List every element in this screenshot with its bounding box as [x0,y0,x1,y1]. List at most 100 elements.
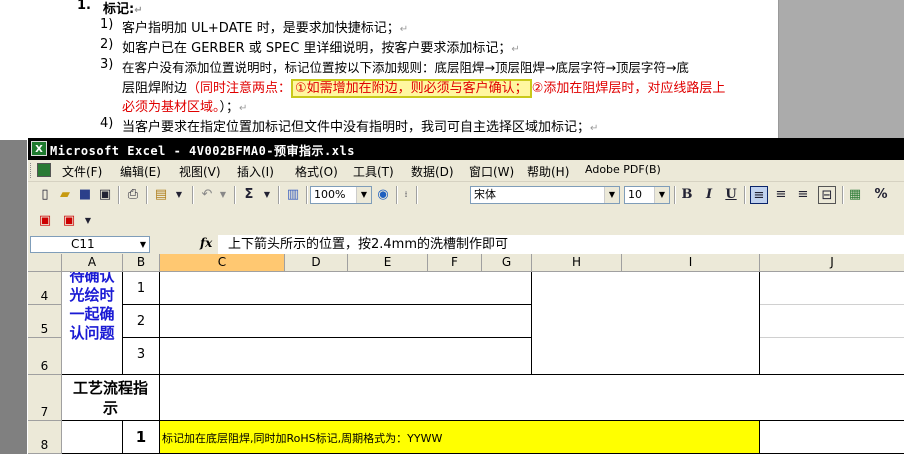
toolbar-options-icon[interactable]: ⁞ [400,186,412,204]
col-header-b[interactable]: B [123,254,160,272]
select-all-corner[interactable] [28,254,62,272]
italic-button[interactable]: I [700,186,718,204]
menu-tools[interactable]: 工具(T) [353,163,394,180]
item-3-black: 层阻焊附边 [122,81,188,96]
col-header-e[interactable]: E [348,254,428,272]
zoom-combo[interactable]: 100% ▼ [310,186,372,204]
chevron-down-icon[interactable]: ▼ [356,187,371,203]
menu-bar: 文件(F) 编辑(E) 视图(V) 插入(I) 格式(O) 工具(T) 数据(D… [28,160,904,182]
font-size-combo[interactable]: 10 ▼ [624,186,670,204]
col-header-g[interactable]: G [482,254,532,272]
name-box[interactable]: C11 ▼ [30,236,150,253]
undo-dropdown-icon[interactable]: ▼ [214,186,232,204]
align-right-icon[interactable]: ≡ [794,186,812,204]
row-header-8[interactable]: 8 [28,421,62,454]
excel-app-icon[interactable]: X [31,141,47,156]
save-icon[interactable]: ■ [76,186,94,204]
cell-j5[interactable] [760,305,904,338]
menu-window[interactable]: 窗口(W) [469,163,514,180]
formula-input[interactable]: 上下箭头所示的位置，按2.4mm的洗槽制作即可 [218,235,904,254]
print-icon[interactable]: ⎙ [124,186,142,204]
cell-a4-merged[interactable]: 待确认光绘时一起确认问题 [62,272,123,375]
cell-b4[interactable]: 1 [123,272,160,305]
cell-h4-merged[interactable] [532,272,760,375]
row-header-4[interactable]: 4 [28,272,62,305]
worksheet-grid[interactable]: A B C D E F G H I J 4 5 6 7 8 待确认光绘时一起确认… [28,254,904,454]
cell-c8-merged[interactable]: 标记加在底层阻焊,同时加RoHS标记,周期格式为：YYWW [160,421,760,454]
item-4-label: 当客户要求在指定位置加标记但文件中没有指明时，我司可自主选择区域加标记； [122,120,591,135]
chart-wizard-icon[interactable]: ▥ [284,186,302,204]
cell-a7-merged[interactable]: 工艺流程指示 [62,375,160,421]
new-icon[interactable]: ▯ [36,186,54,204]
cell-b5[interactable]: 2 [123,305,160,338]
toolbar-separator [842,186,844,204]
row-header-7[interactable]: 7 [28,375,62,421]
col-header-a[interactable]: A [62,254,123,272]
permission-icon[interactable]: ▣ [96,186,114,204]
row-header-5[interactable]: 5 [28,305,62,338]
menu-file[interactable]: 文件(F) [62,163,102,180]
autosum-dropdown-icon[interactable]: ▼ [258,186,276,204]
col-header-d[interactable]: D [285,254,348,272]
pdf-email-icon[interactable]: ▣ [60,212,78,230]
toolbar-separator [192,186,194,204]
autosum-icon[interactable]: Σ [240,186,258,204]
row-number: 6 [40,359,49,373]
col-header-i[interactable]: I [622,254,760,272]
row-header-6[interactable]: 6 [28,338,62,375]
open-icon[interactable]: ▰ [56,186,74,204]
align-left-icon[interactable]: ≡ [750,186,768,204]
currency-icon[interactable]: ▦ [846,186,864,204]
cell-c5[interactable] [160,305,532,338]
menu-insert[interactable]: 插入(I) [237,163,274,180]
col-header-c[interactable]: C [160,254,285,272]
help-icon[interactable]: ◉ [374,186,392,204]
col-header-j[interactable]: J [760,254,904,272]
cell-c4[interactable] [160,272,532,305]
menu-view[interactable]: 视图(V) [179,163,221,180]
merge-center-icon[interactable]: ⊟ [818,186,836,204]
row-number: 4 [40,289,49,303]
document-icon[interactable] [37,163,51,177]
formula-bar: C11 ▼ fx 上下箭头所示的位置，按2.4mm的洗槽制作即可 [28,235,904,254]
cell-c6[interactable] [160,338,532,375]
chevron-down-icon[interactable]: ▼ [604,187,619,203]
paste-dropdown-icon[interactable]: ▼ [170,186,188,204]
menu-grip[interactable] [30,163,34,178]
font-name-combo[interactable]: 宋体 ▼ [470,186,620,204]
font-size-value: 10 [628,188,642,201]
cell-c7-merged[interactable] [160,375,904,421]
chevron-down-icon[interactable]: ▼ [654,187,669,203]
cell-j4[interactable] [760,272,904,305]
toolbar-options-icon[interactable]: ▼ [82,212,94,230]
cell-b8[interactable]: 1 [123,421,160,454]
percent-button[interactable]: % [872,186,890,204]
menu-format[interactable]: 格式(O) [295,163,338,180]
chevron-down-icon[interactable]: ▼ [140,237,146,252]
window-title: Microsoft Excel - 4V002BFMA0-预审指示.xls [50,144,355,158]
cell-j8[interactable] [760,421,904,454]
col-header-h[interactable]: H [532,254,622,272]
item-3-end: ）； [219,100,240,115]
title-bar[interactable]: X Microsoft Excel - 4V002BFMA0-预审指示.xls [28,138,904,160]
row-number: 5 [40,322,49,336]
zoom-value: 100% [314,188,346,201]
bold-button[interactable]: B [678,186,696,204]
menu-adobe-pdf[interactable]: Adobe PDF(B) [585,163,661,176]
name-box-value: C11 [71,237,95,251]
cell-b6[interactable]: 3 [123,338,160,375]
toolbar-separator [146,186,148,204]
fx-icon[interactable]: fx [200,236,212,250]
highlighted-note: ①如需增加在附边，则必须与客户确认； [291,79,532,98]
excel-window[interactable]: X Microsoft Excel - 4V002BFMA0-预审指示.xls … [27,138,904,454]
paste-icon[interactable]: ▤ [152,186,170,204]
pdf-convert-icon[interactable]: ▣ [36,212,54,230]
cell-j6[interactable] [760,338,904,375]
col-header-f[interactable]: F [428,254,482,272]
underline-button[interactable]: U [722,186,740,204]
menu-help[interactable]: 帮助(H) [527,163,569,180]
cell-a8[interactable] [62,421,123,454]
menu-data[interactable]: 数据(D) [411,163,454,180]
align-center-icon[interactable]: ≡ [772,186,790,204]
menu-edit[interactable]: 编辑(E) [120,163,161,180]
